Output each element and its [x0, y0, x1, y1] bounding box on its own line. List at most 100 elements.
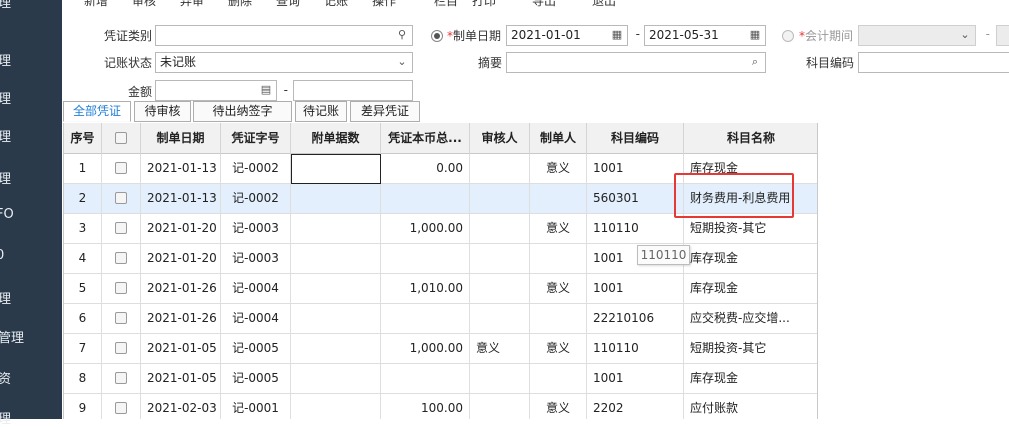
period-select[interactable]: ⌄ — [858, 25, 976, 46]
amount-to-input[interactable] — [293, 80, 413, 101]
cell-no[interactable]: 6 — [64, 304, 102, 334]
cell-no[interactable]: 4 — [64, 244, 102, 274]
cell-voucher[interactable]: 记-0005 — [221, 364, 291, 394]
cell-attach[interactable] — [291, 214, 381, 244]
sidebar-item-7[interactable]: 0 — [0, 248, 4, 263]
cell-attach[interactable] — [291, 274, 381, 304]
cell-maker[interactable] — [530, 244, 587, 274]
cell-date[interactable]: 2021-01-26 — [141, 274, 221, 304]
cell-name[interactable]: 库存现金 — [684, 244, 817, 274]
row-select-cell[interactable] — [102, 364, 141, 394]
tab-pending-post[interactable]: 待记账 — [295, 101, 347, 122]
cell-voucher[interactable]: 记-0002 — [221, 154, 291, 184]
row-checkbox[interactable] — [115, 161, 127, 174]
cell-no[interactable]: 3 — [64, 214, 102, 244]
cell-code[interactable]: 1001 — [587, 274, 684, 304]
col-maker[interactable]: 制单人 — [530, 123, 587, 154]
col-select-all[interactable] — [102, 123, 141, 154]
cell-voucher[interactable]: 记-0004 — [221, 304, 291, 334]
cell-no[interactable]: 9 — [64, 394, 102, 419]
cell-amount[interactable]: 100.00 — [381, 394, 470, 419]
attachment-edit-cell[interactable] — [291, 154, 381, 184]
cell-no[interactable]: 1 — [64, 154, 102, 184]
lookup-icon[interactable]: ⚲ — [395, 28, 409, 42]
cell-no[interactable]: 5 — [64, 274, 102, 304]
row-checkbox[interactable] — [115, 341, 127, 354]
cell-amount[interactable]: 1,000.00 — [381, 214, 470, 244]
cell-name[interactable]: 短期投资-其它 — [684, 334, 817, 364]
cell-voucher[interactable]: 记-0005 — [221, 334, 291, 364]
cell-auditor[interactable] — [470, 184, 530, 214]
cell-date[interactable]: 2021-01-05 — [141, 334, 221, 364]
sidebar-item-4[interactable]: 理 — [0, 126, 11, 145]
date-from-input[interactable]: 2021-01-01 ▦ — [506, 25, 628, 46]
row-select-cell[interactable] — [102, 154, 141, 184]
table-row[interactable]: 7 2021-01-05 记-0005 1,000.00 意义 意义 110110 短期投资-… — [64, 334, 817, 364]
tab-difference-vouchers[interactable]: 差异凭证 — [350, 101, 420, 122]
cell-no[interactable]: 8 — [64, 364, 102, 394]
row-checkbox[interactable] — [115, 311, 127, 324]
col-account-code[interactable]: 科目编码 — [587, 123, 684, 154]
chevron-down-icon[interactable]: ⌄ — [395, 55, 409, 69]
cell-date[interactable]: 2021-01-05 — [141, 364, 221, 394]
row-select-cell[interactable] — [102, 334, 141, 364]
cell-name[interactable]: 库存现金 — [684, 364, 817, 394]
cell-voucher[interactable]: 记-0003 — [221, 214, 291, 244]
cell-code[interactable]: 110110 — [587, 334, 684, 364]
cell-auditor[interactable] — [470, 244, 530, 274]
cell-date[interactable]: 2021-01-20 — [141, 214, 221, 244]
cell-attach[interactable] — [291, 334, 381, 364]
cell-no[interactable]: 2 — [64, 184, 102, 214]
row-select-cell[interactable] — [102, 274, 141, 304]
chevron-down-icon[interactable]: ⌄ — [958, 28, 972, 42]
account-code-input[interactable] — [858, 52, 1009, 73]
voucher-type-input[interactable]: ⚲ — [155, 25, 413, 46]
col-attachments[interactable]: 附单据数 — [291, 123, 381, 154]
cell-voucher[interactable]: 记-0004 — [221, 274, 291, 304]
cell-auditor[interactable] — [470, 274, 530, 304]
cell-no[interactable]: 7 — [64, 334, 102, 364]
cell-voucher[interactable]: 记-0003 — [221, 244, 291, 274]
sidebar-item-5[interactable]: 理 — [0, 168, 11, 187]
table-row[interactable]: 3 2021-01-20 记-0003 1,000.00 意义 110110 短期投资-其它 — [64, 214, 817, 244]
cell-amount[interactable]: 1,010.00 — [381, 274, 470, 304]
cell-date[interactable]: 2021-01-13 — [141, 184, 221, 214]
row-select-cell[interactable] — [102, 214, 141, 244]
col-account-name[interactable]: 科目名称 — [684, 123, 817, 154]
cell-maker[interactable]: 意义 — [530, 334, 587, 364]
cell-maker[interactable] — [530, 364, 587, 394]
table-row[interactable]: 9 2021-02-03 记-0001 100.00 意义 2202 应付账款 — [64, 394, 817, 419]
calculator-icon[interactable]: ▤ — [259, 83, 273, 97]
cell-attach[interactable] — [291, 364, 381, 394]
sidebar-item-10[interactable]: 资 — [0, 368, 11, 387]
cell-attach[interactable] — [291, 394, 381, 419]
cell-code[interactable]: 560301 — [587, 184, 684, 214]
cell-maker[interactable]: 意义 — [530, 214, 587, 244]
table-row[interactable]: 8 2021-01-05 记-0005 1001 库存现金 — [64, 364, 817, 394]
cell-name[interactable]: 应付账款 — [684, 394, 817, 419]
cell-date[interactable]: 2021-02-03 — [141, 394, 221, 419]
cell-amount[interactable] — [381, 244, 470, 274]
period-select-to[interactable] — [996, 25, 1009, 46]
cell-maker[interactable]: 意义 — [530, 154, 587, 184]
cell-name[interactable]: 库存现金 — [684, 274, 817, 304]
cell-maker[interactable] — [530, 184, 587, 214]
row-checkbox[interactable] — [115, 371, 127, 384]
cell-code[interactable]: 22210106 — [587, 304, 684, 334]
cell-attach[interactable] — [291, 184, 381, 214]
cell-amount[interactable] — [381, 184, 470, 214]
cell-attach[interactable] — [291, 304, 381, 334]
select-all-checkbox[interactable] — [115, 131, 127, 144]
cell-auditor[interactable] — [470, 304, 530, 334]
cell-date[interactable]: 2021-01-26 — [141, 304, 221, 334]
amount-from-input[interactable]: ▤ — [155, 80, 277, 101]
col-no[interactable]: 序号 — [64, 123, 102, 154]
period-radio[interactable] — [782, 30, 794, 42]
row-checkbox[interactable] — [115, 251, 127, 264]
tab-pending-cashier-sign[interactable]: 待出纳签字 — [193, 101, 292, 122]
cell-amount[interactable] — [381, 304, 470, 334]
cell-auditor[interactable] — [470, 394, 530, 419]
sidebar-item-8[interactable]: 理 — [0, 288, 11, 307]
table-row[interactable]: 6 2021-01-26 记-0004 22210106 应交税费-应交增... — [64, 304, 817, 334]
row-checkbox[interactable] — [115, 401, 127, 414]
